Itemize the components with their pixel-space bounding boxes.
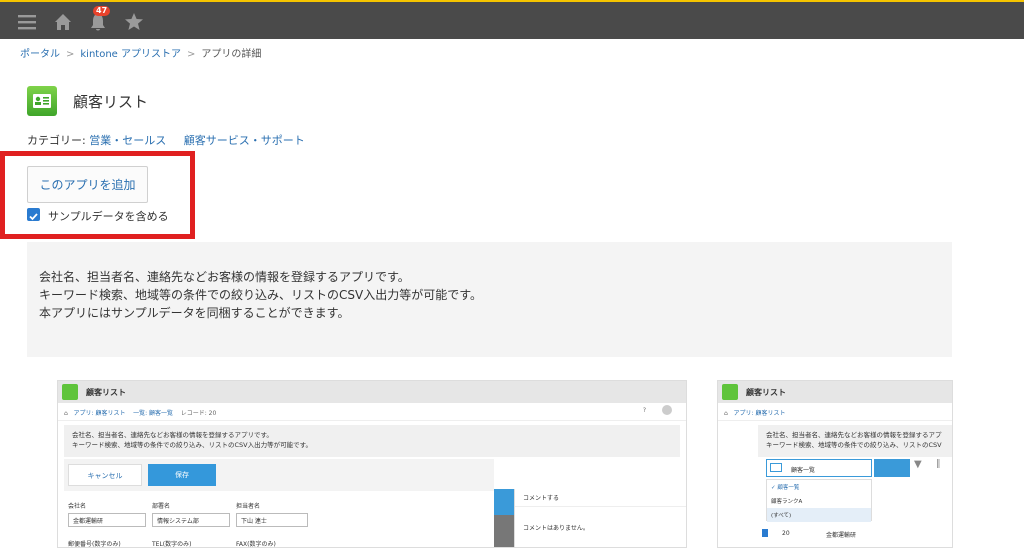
- breadcrumb-separator: >: [187, 49, 196, 60]
- preview-field-input: 情報システム部: [152, 513, 230, 527]
- breadcrumb-app-store[interactable]: kintone アプリストア: [80, 49, 181, 60]
- home-icon: ⌂: [64, 410, 68, 417]
- preview-title: 顧客リスト: [86, 388, 126, 397]
- preview-row-company: 金都運輸研: [826, 532, 857, 539]
- preview-field-label: FAX(数字のみ): [236, 541, 276, 548]
- include-sample-label[interactable]: サンプルデータを含める: [48, 208, 169, 224]
- category-link-sales[interactable]: 営業・セールス: [89, 134, 166, 147]
- breadcrumb-portal[interactable]: ポータル: [20, 49, 60, 60]
- preview-crumb: アプリ: 顧客リスト: [733, 410, 786, 417]
- preview-menu-item: (すべて): [767, 508, 871, 522]
- description-line: 本アプリにはサンプルデータを同梱することができます。: [39, 306, 350, 320]
- include-sample-checkbox[interactable]: [27, 208, 40, 221]
- category-link-support[interactable]: 顧客サービス・サポート: [184, 134, 305, 147]
- preview-crumb: 一覧: 顧客一覧: [133, 410, 174, 417]
- preview-field-label: TEL(数字のみ): [152, 541, 192, 548]
- category-row: カテゴリー: 営業・セールス 顧客サービス・サポート: [27, 132, 319, 148]
- breadcrumb-separator: >: [66, 49, 75, 60]
- preview-no-comment: コメントはありません。: [523, 525, 589, 532]
- comment-icon: [494, 489, 514, 515]
- preview-save-button: 保存: [148, 464, 216, 486]
- add-app-button[interactable]: このアプリを追加: [27, 166, 148, 203]
- preview-header: 顧客リスト: [58, 381, 686, 403]
- screenshot-preview-1[interactable]: 顧客リスト ⌂ アプリ: 顧客リスト 一覧: 顧客一覧 レコード: 20 ? 会…: [57, 380, 687, 548]
- star-icon[interactable]: [123, 11, 145, 33]
- preview-comment-panel: コメントする コメントはありません。: [514, 489, 686, 547]
- contact-card-icon: [33, 94, 51, 108]
- app-icon: [722, 384, 738, 400]
- preview-crumb: レコード: 20: [180, 410, 217, 417]
- preview-field-label: 担当者名: [236, 503, 261, 510]
- graph-icon: [874, 459, 910, 477]
- preview-field-label: 会社名: [68, 503, 87, 510]
- info-icon: [662, 405, 672, 415]
- preview-desc-line: 会社名、担当者名、連絡先などお客様の情報を登録するアプ: [766, 431, 942, 439]
- app-icon: [62, 384, 78, 400]
- preview-description: 会社名、担当者名、連絡先などお客様の情報を登録するアプ キーワード検索、地域等の…: [758, 425, 952, 457]
- table-view-icon: [770, 463, 782, 472]
- menu-icon[interactable]: [16, 11, 38, 33]
- screenshot-preview-2[interactable]: 顧客リスト ⌂ アプリ: 顧客リスト 会社名、担当者名、連絡先などお客様の情報を…: [717, 380, 953, 548]
- checkmark-icon: [29, 213, 38, 221]
- preview-field-input: 下山 連士: [236, 513, 308, 527]
- preview-description: 会社名、担当者名、連絡先などお客様の情報を登録するアプリです。 キーワード検索、…: [64, 425, 680, 457]
- chart-icon: ‖: [936, 459, 941, 469]
- preview-row-number: 20: [782, 530, 790, 537]
- home-icon: ⌂: [724, 410, 728, 417]
- preview-menu-item: ✓ 顧客一覧: [771, 485, 800, 491]
- preview-comment-sidebar: [494, 489, 514, 547]
- breadcrumb-current: アプリの詳細: [201, 49, 262, 60]
- description-line: キーワード検索、地域等の条件での絞り込み、リストのCSV入出力等が可能です。: [39, 288, 483, 302]
- preview-desc-line: キーワード検索、地域等の条件での絞り込み、リストのCSV: [766, 441, 942, 449]
- preview-breadcrumb: ⌂ アプリ: 顧客リスト: [718, 403, 952, 421]
- preview-view-menu: ✓ 顧客一覧 顧客ランクA (すべて): [766, 479, 872, 522]
- notification-badge: 47: [93, 6, 111, 16]
- category-label: カテゴリー:: [27, 134, 86, 147]
- preview-desc-line: 会社名、担当者名、連絡先などお客様の情報を登録するアプリです。: [72, 431, 273, 439]
- home-icon[interactable]: [52, 11, 74, 33]
- app-title: 顧客リスト: [73, 93, 149, 111]
- preview-breadcrumb: ⌂ アプリ: 顧客リスト 一覧: 顧客一覧 レコード: 20 ?: [58, 403, 686, 421]
- app-description: 会社名、担当者名、連絡先などお客様の情報を登録するアプリです。 キーワード検索、…: [27, 242, 952, 357]
- preview-cancel-button: キャンセル: [68, 464, 142, 486]
- preview-header: 顧客リスト: [718, 381, 952, 403]
- help-icon: ?: [642, 407, 646, 414]
- preview-field-label: 部署名: [152, 503, 171, 510]
- preview-menu-item: 顧客ランクA: [771, 499, 803, 505]
- preview-field-label: 郵便番号(数字のみ): [68, 541, 121, 548]
- preview-title: 顧客リスト: [746, 388, 786, 397]
- description-line: 会社名、担当者名、連絡先などお客様の情報を登録するアプリです。: [39, 270, 410, 284]
- filter-icon: ▼: [914, 459, 922, 470]
- record-icon: [762, 529, 768, 537]
- preview-crumb: アプリ: 顧客リスト: [73, 410, 126, 417]
- app-icon: [27, 86, 57, 116]
- breadcrumb: ポータル > kintone アプリストア > アプリの詳細: [20, 45, 261, 60]
- preview-field-input: 金都運輸研: [68, 513, 146, 527]
- global-header: 47: [0, 0, 1024, 39]
- preview-comment-prompt: コメントする: [515, 489, 686, 507]
- preview-desc-line: キーワード検索、地域等の条件での絞り込み、リストのCSV入出力等が可能です。: [72, 441, 312, 449]
- history-icon: [494, 515, 514, 547]
